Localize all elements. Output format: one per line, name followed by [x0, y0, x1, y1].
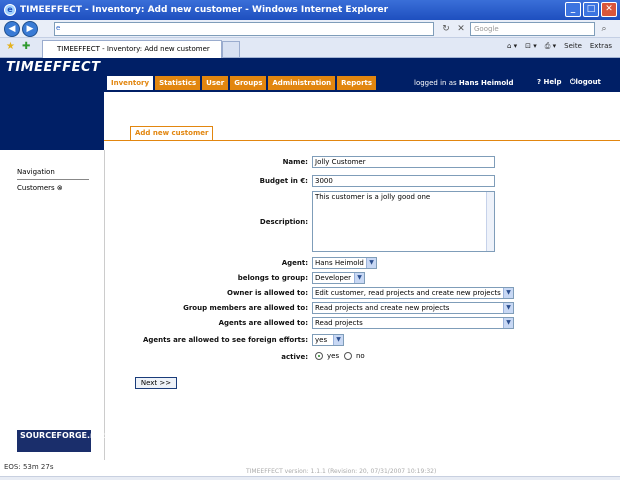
budget-field[interactable]: 3000 — [312, 175, 495, 187]
tab-toolbar: ★ ✚ TIMEEFFECT - Inventory: Add new cust… — [0, 38, 620, 58]
logout-link[interactable]: ⏻logout — [570, 78, 601, 87]
chevron-down-icon: ▼ — [503, 303, 513, 313]
agents-permission-label: Agents are allowed to: — [218, 319, 308, 327]
tab-user[interactable]: User — [202, 76, 229, 90]
home-icon[interactable]: ⌂ ▾ — [507, 42, 517, 51]
name-field[interactable]: Jolly Customer — [312, 156, 495, 168]
description-scrollbar[interactable] — [486, 192, 494, 251]
logged-in-prefix: logged in as — [414, 79, 457, 87]
group-members-permission-select[interactable]: Read projects and create new projects ▼ — [312, 302, 514, 314]
close-button[interactable]: ✕ — [601, 2, 617, 17]
status-bar — [0, 476, 620, 480]
description-field[interactable]: This customer is a jolly good one — [312, 191, 495, 252]
app-logo: TIMEEFFECT — [6, 60, 101, 75]
stop-icon[interactable]: ✕ — [455, 23, 467, 35]
forward-button[interactable]: ▶ — [22, 21, 38, 37]
tab-groups[interactable]: Groups — [230, 76, 267, 90]
chevron-down-icon: ▼ — [333, 335, 343, 345]
sidebar-item-customers[interactable]: Customers ⊗ — [17, 184, 63, 192]
help-link[interactable]: ? Help — [537, 78, 562, 86]
tools-menu[interactable]: Extras — [590, 42, 612, 51]
address-toolbar: ◀ ▶ e ↻ ✕ Google ⌕ — [0, 20, 620, 38]
sidebar-rule — [17, 179, 89, 180]
agents-permission-select[interactable]: Read projects ▼ — [312, 317, 514, 329]
version-footer: TIMEEFFECT version: 1.1.1 (Revision: 20,… — [246, 468, 437, 475]
budget-label: Budget in €: — [259, 177, 308, 185]
foreign-efforts-select[interactable]: yes ▼ — [312, 334, 344, 346]
section-tab-add-customer: Add new customer — [130, 126, 214, 140]
address-input[interactable] — [54, 22, 434, 36]
logo-band: TIMEEFFECT — [0, 58, 104, 150]
tab-title: TIMEEFFECT - Inventory: Add new customer — [57, 45, 210, 53]
chevron-down-icon: ▼ — [503, 318, 513, 328]
search-icon[interactable]: ⌕ — [598, 23, 610, 35]
group-members-permission-label: Group members are allowed to: — [183, 304, 308, 312]
active-label: active: — [281, 353, 308, 361]
sidebar-divider — [104, 150, 105, 460]
agent-select[interactable]: Hans Heimold ▼ — [312, 257, 377, 269]
tab-statistics[interactable]: Statistics — [155, 76, 201, 90]
owner-permission-value: Edit customer, read projects and create … — [315, 289, 501, 297]
foreign-efforts-value: yes — [315, 336, 328, 344]
back-button[interactable]: ◀ — [4, 21, 20, 37]
feeds-icon[interactable]: ⊡ ▾ — [525, 42, 537, 51]
sourceforge-logo[interactable]: SOURCEFORGE.net — [17, 430, 105, 452]
group-select[interactable]: Developer ▼ — [312, 272, 365, 284]
agent-value: Hans Heimold — [315, 259, 364, 267]
active-yes-label: yes — [327, 352, 340, 360]
browser-tab[interactable]: TIMEEFFECT - Inventory: Add new customer — [42, 40, 222, 58]
chevron-down-icon: ▼ — [366, 258, 376, 268]
ie-icon: e — [4, 4, 16, 16]
window-title: TIMEEFFECT - Inventory: Add new customer… — [20, 5, 389, 15]
logged-in-user: Hans Heimold — [458, 79, 514, 87]
next-button[interactable]: Next >> — [135, 377, 177, 389]
eos-timer: EOS: 53m 27s — [4, 463, 54, 471]
foreign-efforts-label: Agents are allowed to see foreign effort… — [142, 336, 308, 344]
logged-in-info: logged in as Hans Heimold — [414, 79, 514, 87]
maximize-button[interactable]: □ — [583, 2, 599, 17]
print-icon[interactable]: ⎙ ▾ — [545, 42, 556, 51]
active-no-label: no — [356, 352, 365, 360]
section-divider — [104, 140, 620, 141]
add-favorites-icon[interactable]: ✚ — [22, 41, 30, 52]
name-label: Name: — [282, 158, 308, 166]
active-no-radio[interactable] — [344, 352, 352, 360]
agents-permission-value: Read projects — [315, 319, 363, 327]
group-value: Developer — [315, 274, 352, 282]
favorites-star-icon[interactable]: ★ — [6, 41, 15, 52]
chevron-down-icon: ▼ — [503, 288, 513, 298]
description-text: This customer is a jolly good one — [315, 193, 431, 201]
sidebar-navigation-heading: Navigation — [17, 168, 55, 176]
minimize-button[interactable]: _ — [565, 2, 581, 17]
page-menu[interactable]: Seite — [564, 42, 582, 51]
owner-permission-select[interactable]: Edit customer, read projects and create … — [312, 287, 514, 299]
agent-label: Agent: — [281, 259, 308, 267]
window-titlebar: e TIMEEFFECT - Inventory: Add new custom… — [0, 0, 620, 20]
active-yes-radio[interactable] — [315, 352, 323, 360]
page-icon: e — [56, 24, 61, 32]
page-content: TIMEEFFECT Inventory Statistics User Gro… — [0, 58, 620, 476]
chevron-down-icon: ▼ — [354, 273, 364, 283]
tab-administration[interactable]: Administration — [268, 76, 336, 90]
group-members-permission-value: Read projects and create new projects — [315, 304, 450, 312]
group-label: belongs to group: — [237, 274, 308, 282]
tab-reports[interactable]: Reports — [337, 76, 377, 90]
tab-inventory[interactable]: Inventory — [107, 76, 154, 90]
refresh-icon[interactable]: ↻ — [440, 23, 452, 35]
description-label: Description: — [259, 218, 308, 226]
owner-permission-label: Owner is allowed to: — [227, 289, 308, 297]
new-tab-button[interactable] — [222, 41, 240, 57]
main-tabs: Inventory Statistics User Groups Adminis… — [107, 76, 377, 90]
search-input[interactable]: Google — [470, 22, 595, 36]
